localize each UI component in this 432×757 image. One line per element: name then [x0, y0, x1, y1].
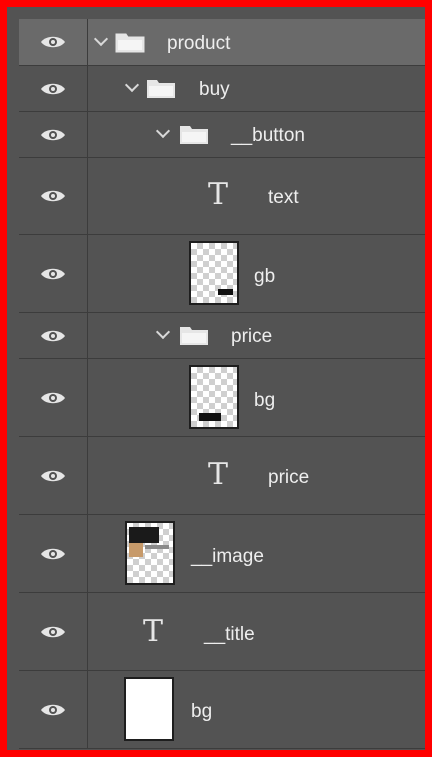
layer-thumbnail	[189, 365, 239, 429]
layer-row-text[interactable]: T text	[19, 158, 425, 235]
visibility-toggle[interactable]	[19, 515, 88, 592]
visibility-toggle[interactable]	[19, 66, 88, 111]
layer-row-buy[interactable]: buy	[19, 66, 425, 112]
eye-icon	[41, 470, 65, 481]
layer-row-button[interactable]: __button	[19, 112, 425, 158]
highlight-frame: product buy __button T text gb price bg …	[0, 0, 432, 757]
eye-icon	[41, 548, 65, 559]
layer-row-image[interactable]: __image	[19, 515, 425, 593]
visibility-toggle[interactable]	[19, 671, 88, 748]
layer-row-price-text[interactable]: T price	[19, 437, 425, 515]
visibility-toggle[interactable]	[19, 19, 88, 65]
visibility-toggle[interactable]	[19, 359, 88, 436]
eye-icon	[41, 392, 65, 403]
chevron-down-icon[interactable]	[124, 77, 140, 93]
layer-thumbnail	[189, 241, 239, 305]
layer-row-title[interactable]: T __title	[19, 593, 425, 671]
visibility-toggle[interactable]	[19, 158, 88, 234]
text-layer-icon: T	[143, 614, 164, 649]
layers-panel: product buy __button T text gb price bg …	[19, 19, 425, 750]
layer-row-gb[interactable]: gb	[19, 235, 425, 313]
layer-name: bg	[191, 701, 213, 722]
layer-name: gb	[254, 266, 276, 287]
eye-icon	[41, 330, 65, 341]
visibility-toggle[interactable]	[19, 437, 88, 514]
chevron-down-icon[interactable]	[155, 324, 171, 340]
folder-icon	[180, 327, 208, 345]
folder-icon	[115, 33, 145, 53]
layer-name: __button	[231, 125, 305, 146]
layer-name: buy	[199, 79, 230, 100]
layer-name: bg	[254, 390, 276, 411]
layer-row-bg-bottom[interactable]: bg	[19, 671, 425, 749]
layer-row-product[interactable]: product	[19, 19, 425, 66]
visibility-toggle[interactable]	[19, 593, 88, 670]
eye-icon	[41, 36, 65, 48]
layer-row-bg[interactable]: bg	[19, 359, 425, 437]
folder-icon	[147, 80, 175, 98]
folder-icon	[180, 126, 208, 144]
layer-name: product	[167, 33, 231, 54]
layer-thumbnail	[125, 521, 175, 585]
eye-icon	[41, 626, 65, 637]
visibility-toggle[interactable]	[19, 235, 88, 312]
eye-icon	[41, 704, 65, 715]
layer-row-price-group[interactable]: price	[19, 313, 425, 359]
eye-icon	[41, 83, 65, 94]
eye-icon	[41, 190, 65, 202]
text-layer-icon: T	[208, 177, 229, 212]
layer-name: price	[231, 326, 273, 347]
layer-name: price	[268, 467, 310, 488]
layer-thumbnail	[124, 677, 174, 741]
eye-icon	[41, 129, 65, 140]
layer-name: __title	[204, 624, 255, 645]
visibility-toggle[interactable]	[19, 313, 88, 358]
chevron-down-icon[interactable]	[93, 31, 109, 47]
eye-icon	[41, 268, 65, 279]
chevron-down-icon[interactable]	[155, 123, 171, 139]
text-layer-icon: T	[208, 457, 229, 492]
layer-name: __image	[191, 546, 264, 567]
layer-name: text	[268, 187, 299, 208]
visibility-toggle[interactable]	[19, 112, 88, 157]
